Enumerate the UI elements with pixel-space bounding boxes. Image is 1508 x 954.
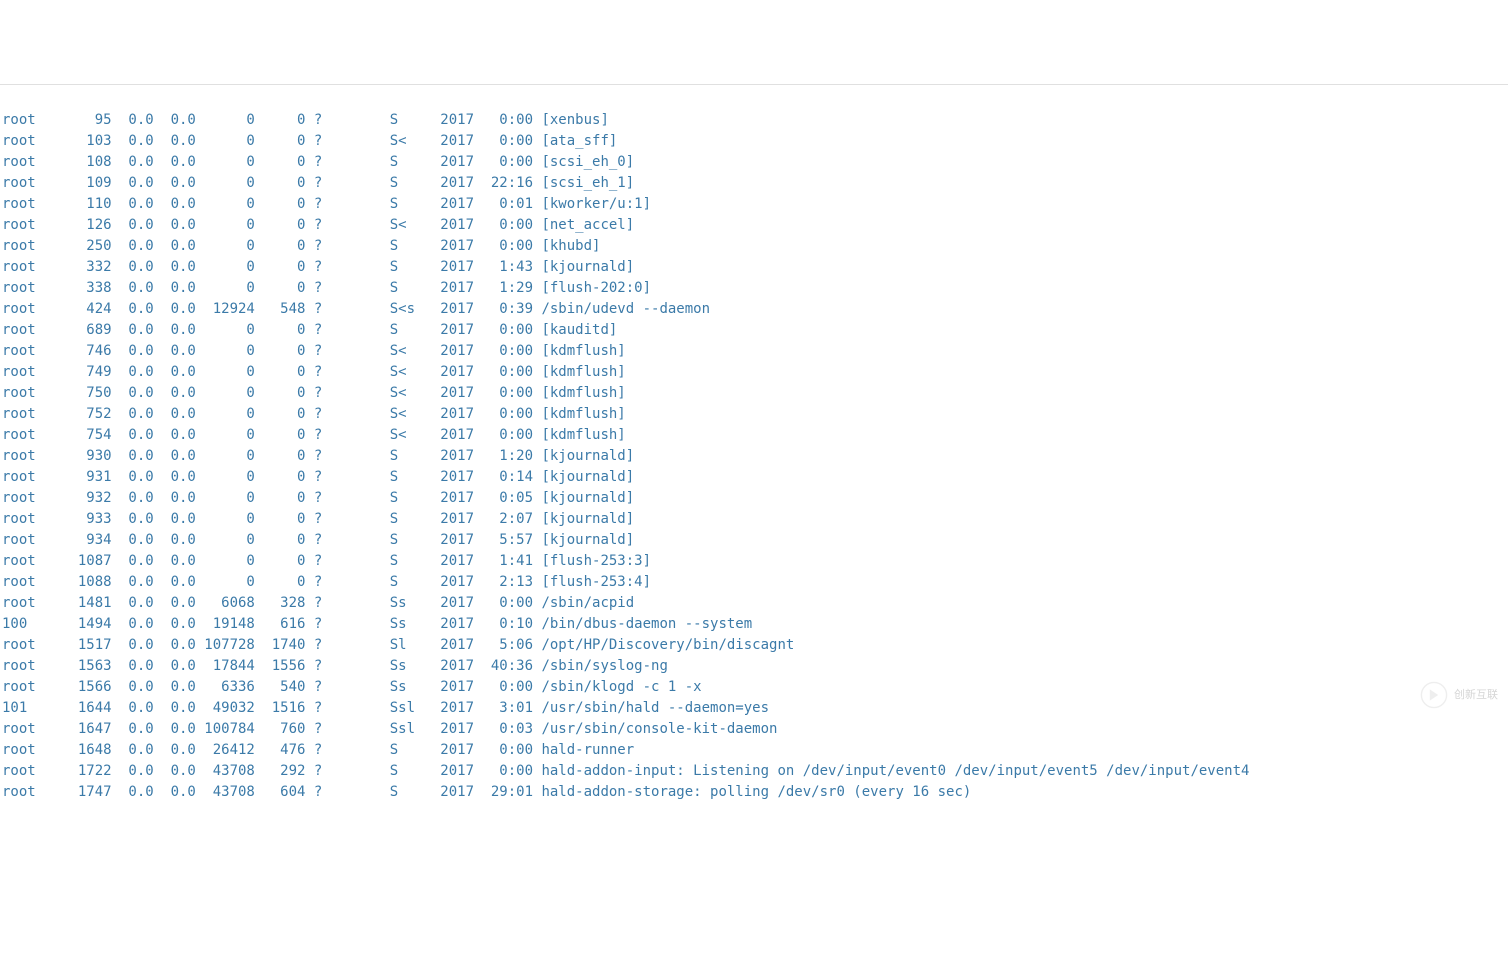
process-row: root 338 0.0 0.0 0 0 ? S 2017 1:29 [flus… <box>2 278 1506 299</box>
process-row: root 750 0.0 0.0 0 0 ? S< 2017 0:00 [kdm… <box>2 383 1506 404</box>
process-row: root 754 0.0 0.0 0 0 ? S< 2017 0:00 [kdm… <box>2 425 1506 446</box>
process-row: root 749 0.0 0.0 0 0 ? S< 2017 0:00 [kdm… <box>2 362 1506 383</box>
logo-icon <box>1420 681 1448 709</box>
process-row: root 933 0.0 0.0 0 0 ? S 2017 2:07 [kjou… <box>2 509 1506 530</box>
process-row: root 108 0.0 0.0 0 0 ? S 2017 0:00 [scsi… <box>2 152 1506 173</box>
watermark-logo: 创新互联 <box>1420 681 1498 709</box>
process-row: root 932 0.0 0.0 0 0 ? S 2017 0:05 [kjou… <box>2 488 1506 509</box>
process-row: root 930 0.0 0.0 0 0 ? S 2017 1:20 [kjou… <box>2 446 1506 467</box>
process-row: root 1517 0.0 0.0 107728 1740 ? Sl 2017 … <box>2 635 1506 656</box>
process-row: root 931 0.0 0.0 0 0 ? S 2017 0:14 [kjou… <box>2 467 1506 488</box>
process-row: root 103 0.0 0.0 0 0 ? S< 2017 0:00 [ata… <box>2 131 1506 152</box>
process-row: root 1087 0.0 0.0 0 0 ? S 2017 1:41 [flu… <box>2 551 1506 572</box>
process-row: root 1088 0.0 0.0 0 0 ? S 2017 2:13 [flu… <box>2 572 1506 593</box>
process-row: root 1563 0.0 0.0 17844 1556 ? Ss 2017 4… <box>2 656 1506 677</box>
process-row: root 1481 0.0 0.0 6068 328 ? Ss 2017 0:0… <box>2 593 1506 614</box>
process-row: root 1747 0.0 0.0 43708 604 ? S 2017 29:… <box>2 782 1506 803</box>
process-row: 101 1644 0.0 0.0 49032 1516 ? Ssl 2017 3… <box>2 698 1506 719</box>
watermark-text: 创新互联 <box>1454 685 1498 706</box>
process-row: root 934 0.0 0.0 0 0 ? S 2017 5:57 [kjou… <box>2 530 1506 551</box>
process-row: 100 1494 0.0 0.0 19148 616 ? Ss 2017 0:1… <box>2 614 1506 635</box>
process-row: root 109 0.0 0.0 0 0 ? S 2017 22:16 [scs… <box>2 173 1506 194</box>
process-row: root 95 0.0 0.0 0 0 ? S 2017 0:00 [xenbu… <box>2 110 1506 131</box>
process-row: root 332 0.0 0.0 0 0 ? S 2017 1:43 [kjou… <box>2 257 1506 278</box>
process-row: root 689 0.0 0.0 0 0 ? S 2017 0:00 [kaud… <box>2 320 1506 341</box>
process-row: root 126 0.0 0.0 0 0 ? S< 2017 0:00 [net… <box>2 215 1506 236</box>
process-row: root 1647 0.0 0.0 100784 760 ? Ssl 2017 … <box>2 719 1506 740</box>
process-list: root 95 0.0 0.0 0 0 ? S 2017 0:00 [xenbu… <box>0 106 1508 807</box>
process-row: root 110 0.0 0.0 0 0 ? S 2017 0:01 [kwor… <box>2 194 1506 215</box>
process-row: root 746 0.0 0.0 0 0 ? S< 2017 0:00 [kdm… <box>2 341 1506 362</box>
top-divider <box>0 84 1508 85</box>
process-row: root 1566 0.0 0.0 6336 540 ? Ss 2017 0:0… <box>2 677 1506 698</box>
process-row: root 1722 0.0 0.0 43708 292 ? S 2017 0:0… <box>2 761 1506 782</box>
process-row: root 424 0.0 0.0 12924 548 ? S<s 2017 0:… <box>2 299 1506 320</box>
process-row: root 1648 0.0 0.0 26412 476 ? S 2017 0:0… <box>2 740 1506 761</box>
process-row: root 250 0.0 0.0 0 0 ? S 2017 0:00 [khub… <box>2 236 1506 257</box>
process-row: root 752 0.0 0.0 0 0 ? S< 2017 0:00 [kdm… <box>2 404 1506 425</box>
